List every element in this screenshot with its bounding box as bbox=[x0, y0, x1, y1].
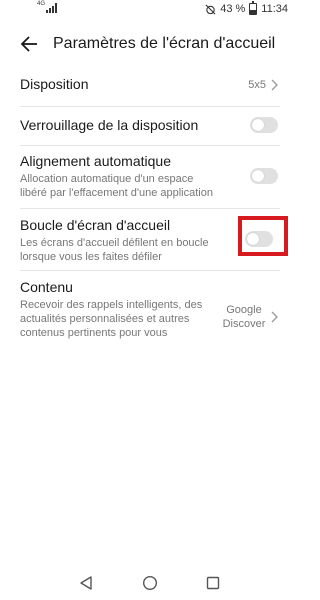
setting-home-loop-description: Les écrans d'accueil défilent en boucle … bbox=[20, 237, 209, 263]
divider bbox=[20, 208, 280, 209]
status-time: 11:34 bbox=[261, 3, 288, 15]
triangle-back-icon bbox=[80, 576, 92, 590]
nav-back-button[interactable] bbox=[78, 575, 94, 591]
setting-content-value-wrap: Google Discover bbox=[222, 303, 278, 331]
divider bbox=[20, 270, 280, 271]
system-nav-bar bbox=[0, 565, 300, 600]
setting-content-description: Recevoir des rappels intelligents, des a… bbox=[20, 299, 203, 339]
chevron-right-icon bbox=[271, 311, 278, 323]
setting-content-title: Contenu bbox=[20, 279, 73, 295]
setting-auto-align[interactable]: Alignement automatique Allocation automa… bbox=[20, 153, 280, 203]
signal-icon bbox=[46, 3, 58, 13]
back-button[interactable] bbox=[18, 34, 40, 54]
setting-disposition[interactable]: Disposition 5x5 bbox=[20, 76, 280, 100]
highlight-box bbox=[238, 216, 288, 256]
network-type-label: 4G bbox=[37, 1, 46, 7]
setting-content-value: Google Discover bbox=[222, 304, 266, 330]
divider bbox=[20, 106, 280, 107]
battery-icon bbox=[249, 1, 258, 15]
alarm-off-icon bbox=[205, 4, 216, 14]
nav-home-button[interactable] bbox=[142, 575, 158, 591]
divider bbox=[20, 145, 280, 146]
nav-recents-button[interactable] bbox=[205, 575, 221, 591]
battery-percent: 43 % bbox=[220, 3, 246, 15]
chevron-right-icon bbox=[271, 79, 278, 91]
setting-layout-lock[interactable]: Verrouillage de la disposition bbox=[20, 117, 280, 141]
setting-disposition-value-wrap: 5x5 bbox=[248, 78, 278, 92]
setting-auto-align-description: Allocation automatique d'un espace libér… bbox=[20, 173, 213, 199]
setting-disposition-title: Disposition bbox=[20, 76, 89, 92]
page-title: Paramètres de l'écran d'accueil bbox=[53, 35, 276, 52]
app-header: Paramètres de l'écran d'accueil bbox=[0, 28, 300, 60]
layout-lock-toggle[interactable] bbox=[250, 117, 278, 133]
back-arrow-icon bbox=[20, 36, 37, 52]
setting-content[interactable]: Contenu Recevoir des rappels intelligent… bbox=[20, 279, 280, 349]
auto-align-toggle[interactable] bbox=[250, 168, 278, 184]
toggle-knob bbox=[252, 119, 264, 131]
setting-disposition-value: 5x5 bbox=[248, 79, 266, 91]
setting-layout-lock-title: Verrouillage de la disposition bbox=[20, 117, 199, 133]
toggle-knob bbox=[252, 170, 264, 182]
setting-auto-align-title: Alignement automatique bbox=[20, 153, 171, 169]
square-recents-icon bbox=[206, 576, 220, 590]
status-bar: 4G 43 % 11:34 bbox=[0, 0, 300, 20]
circle-home-icon bbox=[142, 575, 158, 591]
battery-fill bbox=[250, 9, 257, 14]
signal-indicator: 4G bbox=[37, 1, 58, 13]
